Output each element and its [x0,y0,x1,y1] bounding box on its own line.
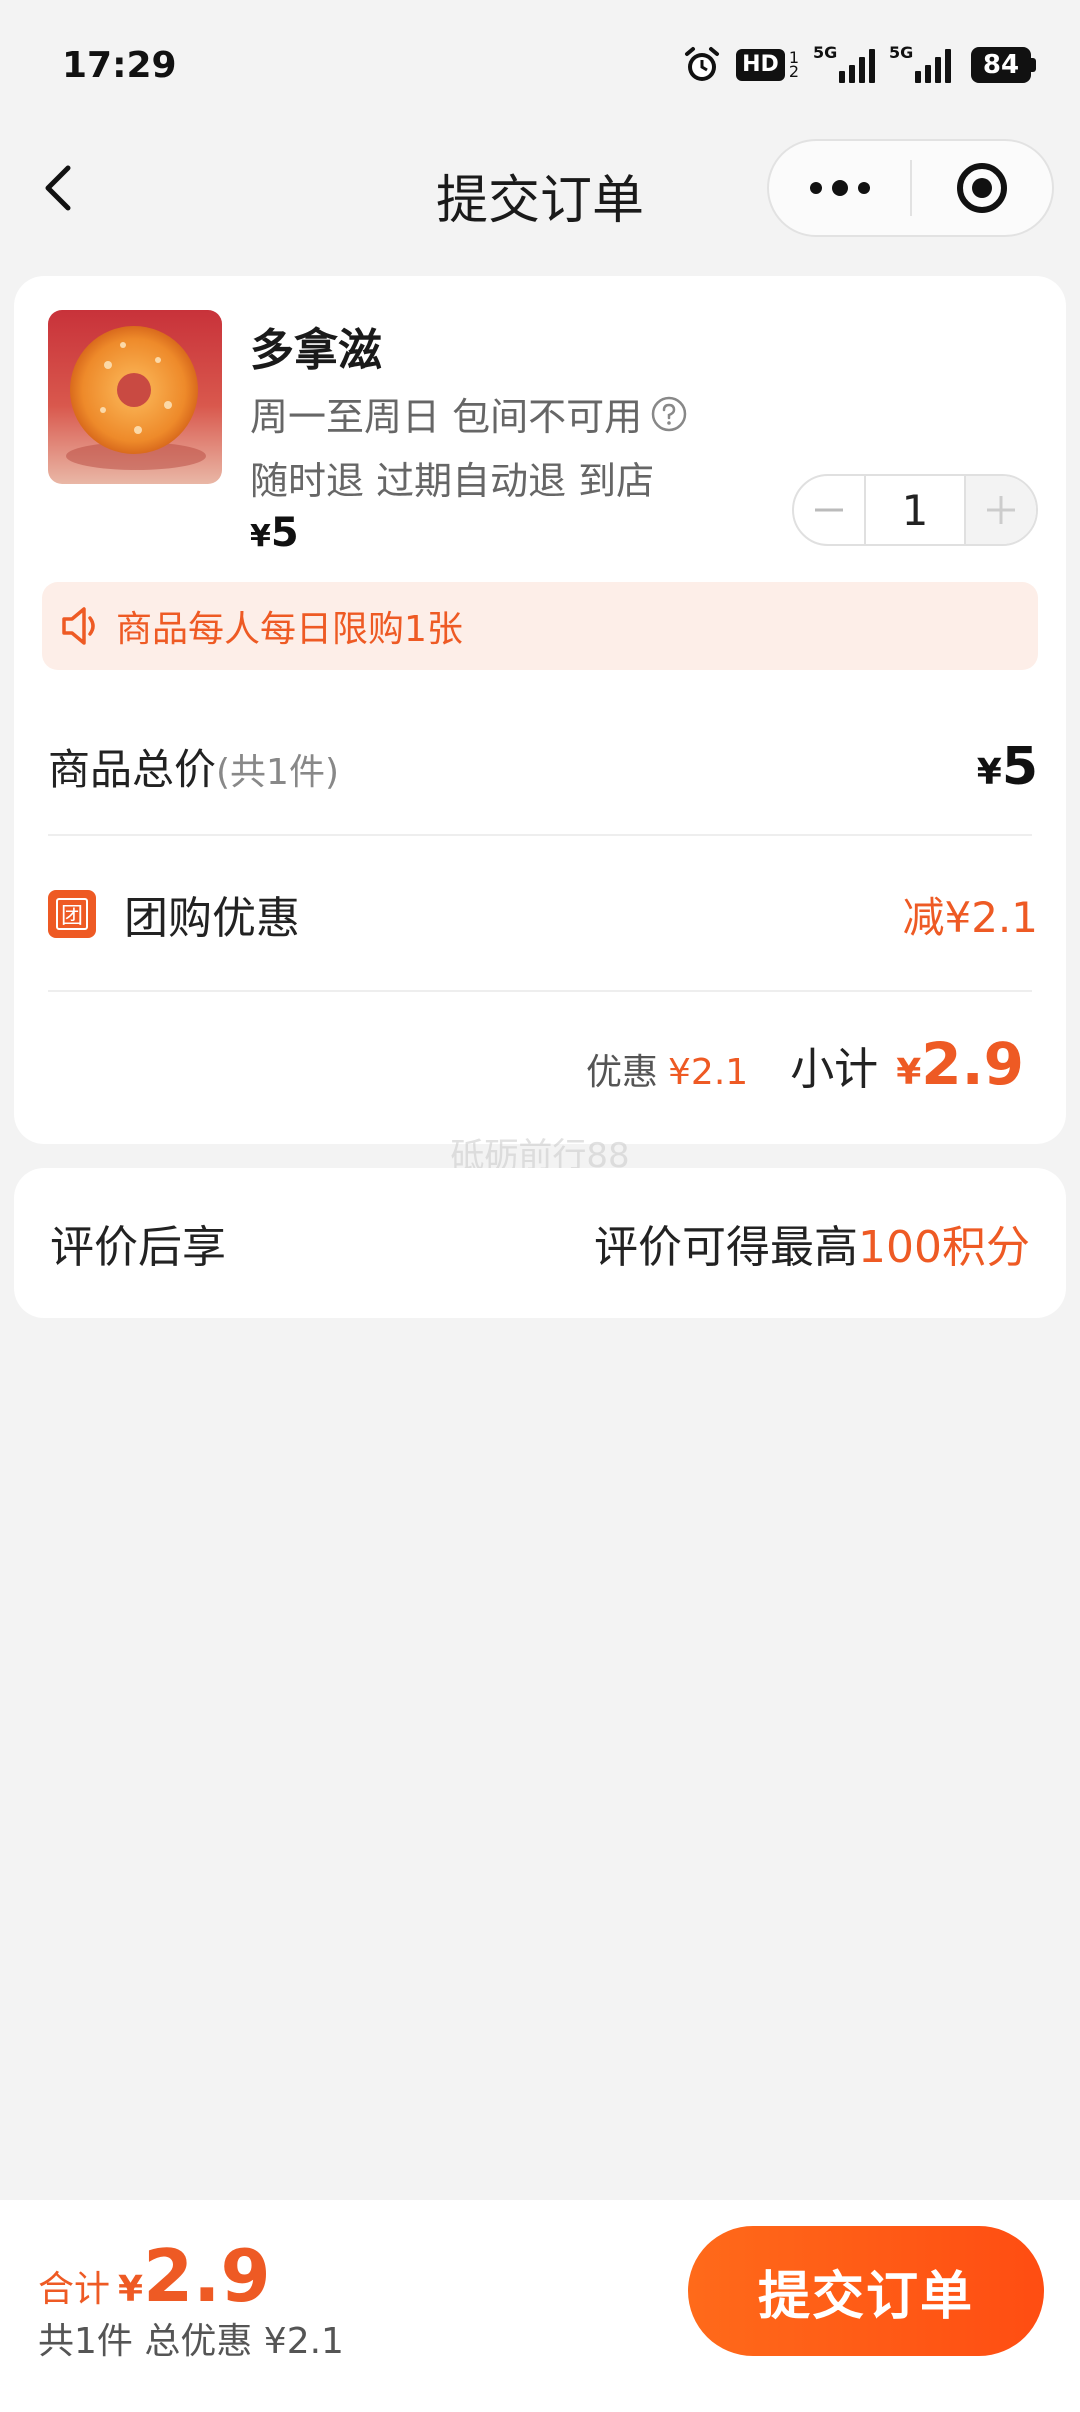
subtotal-discount-value: ¥2.1 [668,1052,749,1093]
goods-total-symbol: ¥ [976,751,1002,793]
goods-count: (共1件) [216,752,340,793]
group-buy-icon-text: 团 [56,898,88,930]
signal-tag-1: 5G [813,43,838,62]
price-symbol: ¥ [250,519,271,554]
subtotal-value: ¥2.9 [896,1030,1024,1098]
subtotal-row: 优惠 ¥2.1 小计 ¥2.9 [586,1030,1024,1098]
review-reward-card[interactable]: 评价后享 评价可得最高100积分 [14,1168,1066,1318]
signal-icon-2: 5G [889,43,951,83]
order-total-amount: 2.9 [143,2234,271,2318]
subtotal-discount-label: 优惠 [586,1052,659,1093]
battery-level: 84 [971,47,1031,83]
group-discount-label: 团购优惠 [124,893,300,944]
hd-sub: 1 2 [788,50,799,81]
product-usage-rule: 周一至周日 包间不可用 [250,386,688,441]
group-buy-icon: 团 [48,890,96,938]
review-reward-text: 评价可得最高 [594,1222,859,1273]
goods-total-value: ¥5 [977,737,1038,797]
purchase-limit-text: 商品每人每日限购1张 [116,609,463,650]
signal-icon-1: 5G [813,43,875,83]
status-icons: HD 1 2 5G 5G 84 [682,43,1036,85]
product-name: 多拿滋 [250,325,382,376]
alarm-icon [685,47,720,81]
nav-bar: 提交订单 [0,130,1080,246]
review-reward-label: 评价后享 [50,1222,226,1273]
mini-program-capsule [767,139,1054,237]
order-total: 合计 ¥ 2.9 [38,2234,271,2318]
more-dots-icon[interactable] [769,141,910,235]
divider [48,834,1032,836]
target-circle-icon[interactable] [912,141,1052,235]
review-reward-info: 评价可得最高100积分 [594,1211,1030,1275]
submit-order-button[interactable]: 提交订单 [688,2226,1044,2356]
group-discount-row: 团 团购优惠 减¥2.1 [48,882,1044,946]
goods-total-label-text: 商品总价 [48,745,217,794]
product-usage-text: 周一至周日 包间不可用 [250,395,643,439]
price-value: 5 [270,510,299,556]
plus-icon[interactable] [966,476,1036,544]
battery-icon: 84 [971,47,1036,83]
subtotal-label: 小计 [790,1044,879,1095]
divider [48,990,1032,992]
hd-badge: HD [736,49,785,81]
status-time: 17:29 [62,44,177,86]
product-price: ¥5 [250,510,299,556]
subtotal-symbol: ¥ [896,1052,922,1093]
order-total-symbol: ¥ [118,2269,144,2310]
product-refund-rule: 随时退 过期自动退 到店 [250,459,655,503]
order-summary: 共1件 总优惠 ¥2.1 [38,2321,344,2362]
signal-tag-2: 5G [889,43,914,62]
minus-icon[interactable] [794,476,864,544]
order-total-label: 合计 [38,2269,111,2310]
goods-total-row: 商品总价(共1件) ¥5 [48,736,1044,797]
order-card: 多拿滋 周一至周日 包间不可用 随时退 过期自动退 到店 ¥5 1 商品每人每日… [14,276,1066,1144]
goods-total-label: 商品总价(共1件) [48,736,339,797]
product-image [48,310,222,484]
status-bar: 17:29 HD 1 2 5G 5G 84 [0,0,1080,130]
bottom-bar: 合计 ¥ 2.9 共1件 总优惠 ¥2.1 提交订单 [0,2200,1080,2412]
review-reward-points: 100积分 [858,1222,1030,1273]
quantity-value[interactable]: 1 [864,476,966,544]
quantity-stepper: 1 [792,474,1038,546]
hd-sub-bottom: 2 [788,62,799,81]
group-discount-value: 减¥2.1 [902,892,1038,942]
speaker-icon [62,607,95,645]
goods-total-amount: 5 [1001,736,1038,797]
purchase-limit-banner: 商品每人每日限购1张 [42,582,1038,670]
subtotal-amount: 2.9 [921,1030,1024,1098]
question-circle-icon[interactable] [650,395,688,433]
